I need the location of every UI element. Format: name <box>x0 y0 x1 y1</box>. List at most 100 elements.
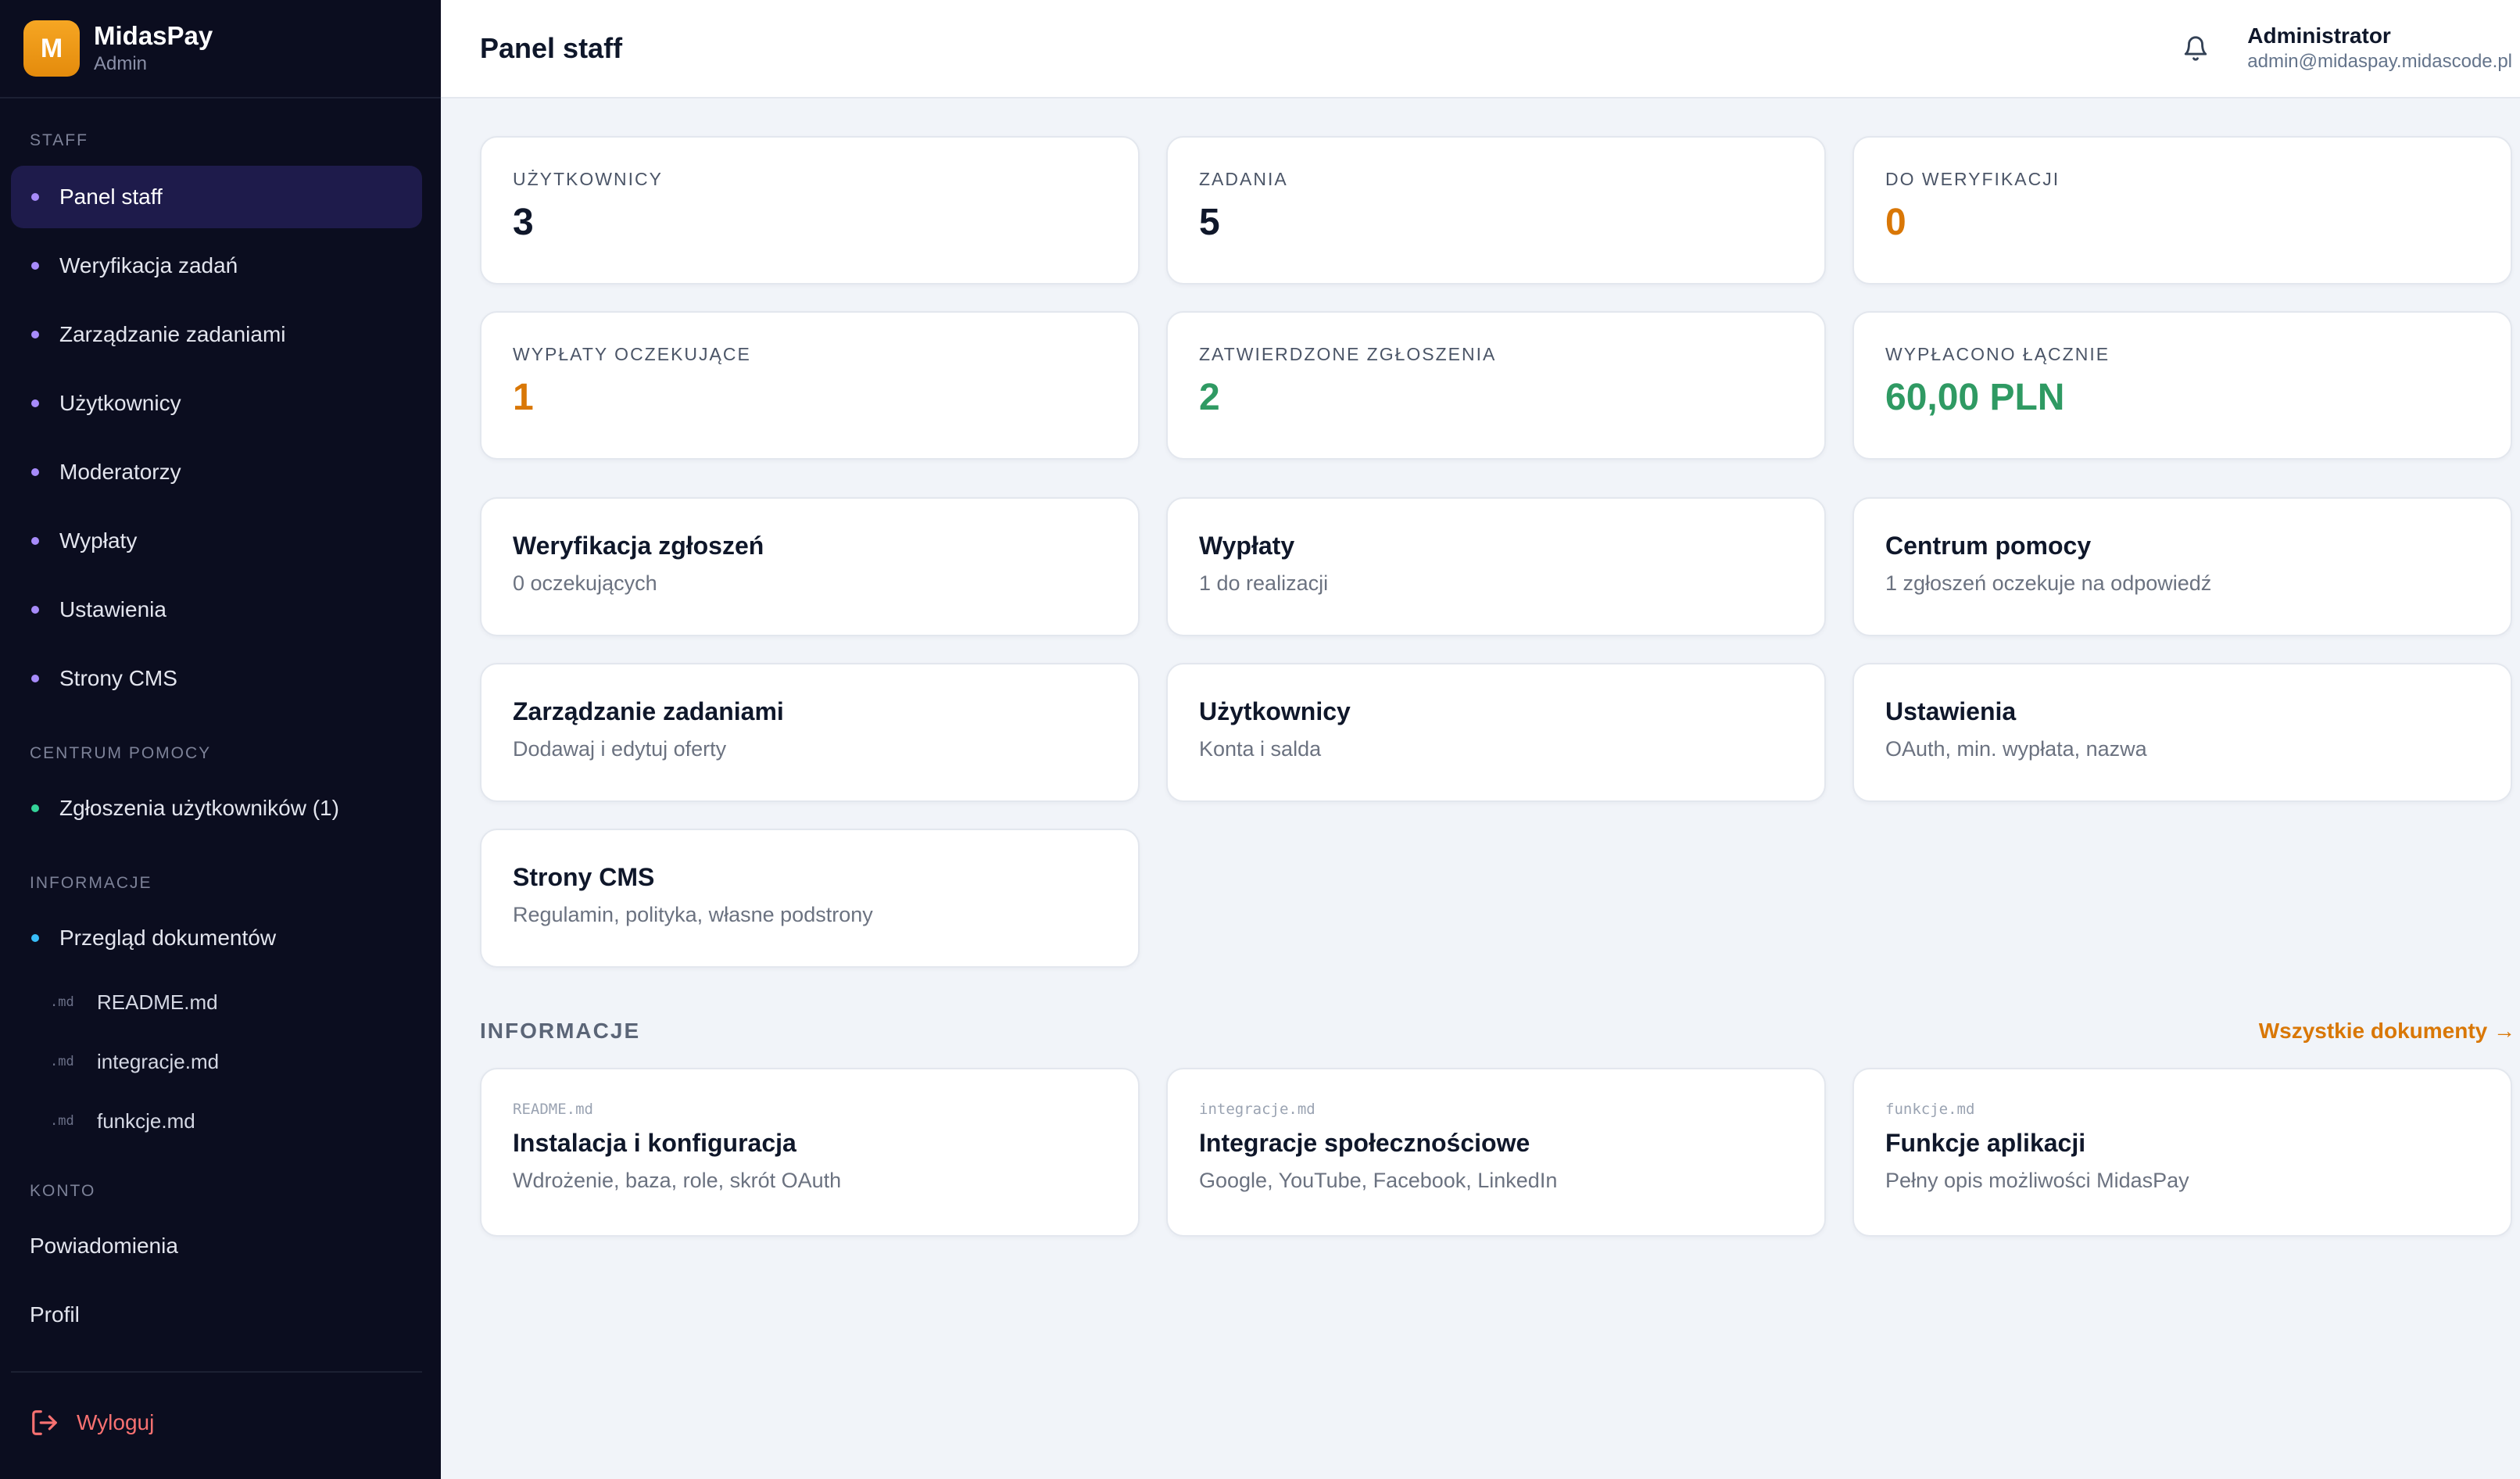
nav-section-account: KONTO <box>30 1182 96 1200</box>
bullet-icon <box>31 468 39 476</box>
doc-card-integracje[interactable]: integracje.md Integracje społecznościowe… <box>1166 1068 1826 1237</box>
sidebar-item-ustawienia[interactable]: Ustawienia <box>11 578 422 641</box>
dashboard-content: UŻYTKOWNICY 3 ZADANIA 5 DO WERYFIKACJI 0… <box>480 136 2515 1237</box>
link-title: Wypłaty <box>1199 532 1295 560</box>
sidebar-item-uzytkownicy[interactable]: Użytkownicy <box>11 372 422 435</box>
link-title: Weryfikacja zgłoszeń <box>513 532 764 560</box>
sidebar-divider <box>11 1371 422 1373</box>
bullet-icon <box>31 399 39 407</box>
sidebar-item-panel-staff[interactable]: Panel staff <box>11 166 422 228</box>
doc-subtitle: Pełny opis możliwości MidasPay <box>1885 1169 2189 1192</box>
doc-filename: funkcje.md <box>1885 1101 1975 1118</box>
sidebar-item-label: Zarządzanie zadaniami <box>59 322 286 346</box>
bullet-icon <box>31 804 39 812</box>
doc-subtitle: Wdrożenie, baza, role, skrót OAuth <box>513 1169 842 1192</box>
sidebar-item-label: Panel staff <box>59 184 163 209</box>
sidebar-doc-funkcje[interactable]: .md funkcje.md <box>11 1096 422 1146</box>
sidebar-doc-readme[interactable]: .md README.md <box>11 977 422 1027</box>
link-title: Ustawienia <box>1885 697 2017 725</box>
topbar: Panel staff Administrator admin@midaspay… <box>441 0 2520 98</box>
sidebar-item-label: Przegląd dokumentów <box>59 926 277 950</box>
bullet-icon <box>31 262 39 270</box>
link-title: Użytkownicy <box>1199 697 1351 725</box>
link-card-uzytkownicy[interactable]: Użytkownicy Konta i salda <box>1166 663 1826 802</box>
brand-logo: M <box>23 20 80 77</box>
stat-card-wyplacono-lacznie: WYPŁACONO ŁĄCZNIE 60,00 PLN <box>1852 311 2512 460</box>
section-title: INFORMACJE <box>480 1019 641 1043</box>
link-card-zarzadzanie[interactable]: Zarządzanie zadaniami Dodawaj i edytuj o… <box>480 663 1140 802</box>
doc-title: Integracje społecznościowe <box>1199 1129 1530 1157</box>
sidebar-doc-label: funkcje.md <box>97 1108 195 1133</box>
quick-links-grid: Weryfikacja zgłoszeń 0 oczekujących Wypł… <box>480 497 2515 968</box>
sidebar-item-label: Wypłaty <box>59 528 138 553</box>
stat-card-wyplaty-oczekujace: WYPŁATY OCZEKUJĄCE 1 <box>480 311 1140 460</box>
stat-card-zadania: ZADANIA 5 <box>1166 136 1826 285</box>
sidebar-doc-integracje[interactable]: .md integracje.md <box>11 1037 422 1087</box>
doc-filename: README.md <box>513 1101 593 1118</box>
stat-label: DO WERYFIKACJI <box>1885 169 2060 189</box>
sidebar-item-label: Strony CMS <box>59 666 177 690</box>
sidebar-doc-label: integracje.md <box>97 1049 220 1073</box>
link-subtitle: 1 do realizacji <box>1199 571 1329 595</box>
link-card-centrum-pomocy[interactable]: Centrum pomocy 1 zgłoszeń oczekuje na od… <box>1852 497 2512 636</box>
bullet-icon <box>31 331 39 338</box>
sidebar-item-label: Moderatorzy <box>59 460 181 484</box>
sidebar-item-label: Weryfikacja zadań <box>59 253 238 278</box>
stat-value: 0 <box>1885 202 1906 243</box>
link-card-weryfikacja[interactable]: Weryfikacja zgłoszeń 0 oczekujących <box>480 497 1140 636</box>
md-file-icon: .md <box>50 1113 74 1129</box>
brand[interactable]: M MidasPay Admin <box>0 0 441 98</box>
stat-label: ZATWIERDZONE ZGŁOSZENIA <box>1199 344 1497 364</box>
doc-filename: integracje.md <box>1199 1101 1315 1118</box>
page-title: Panel staff <box>480 32 623 64</box>
stat-card-uzytkownicy: UŻYTKOWNICY 3 <box>480 136 1140 285</box>
logout-icon <box>32 1410 57 1435</box>
sidebar-item-powiadomienia[interactable]: Powiadomienia <box>11 1215 422 1277</box>
stat-label: WYPŁATY OCZEKUJĄCE <box>513 344 751 364</box>
stat-label: UŻYTKOWNICY <box>513 169 663 189</box>
sidebar-item-label: Ustawienia <box>59 597 166 621</box>
nav-section-help: CENTRUM POMOCY <box>30 744 212 762</box>
link-subtitle: Dodawaj i edytuj oferty <box>513 737 727 761</box>
link-card-strony-cms[interactable]: Strony CMS Regulamin, polityka, własne p… <box>480 829 1140 968</box>
link-title: Zarządzanie zadaniami <box>513 697 784 725</box>
sidebar-item-label: Użytkownicy <box>59 391 181 415</box>
all-documents-link[interactable]: Wszystkie dokumenty → <box>2259 1019 2515 1044</box>
doc-subtitle: Google, YouTube, Facebook, LinkedIn <box>1199 1169 1558 1192</box>
doc-card-funkcje[interactable]: funkcje.md Funkcje aplikacji Pełny opis … <box>1852 1068 2512 1237</box>
app-root: M MidasPay Admin STAFF Panel staff Weryf… <box>0 0 2520 1479</box>
link-card-ustawienia[interactable]: Ustawienia OAuth, min. wypłata, nazwa <box>1852 663 2512 802</box>
sidebar-doc-label: README.md <box>97 990 218 1014</box>
stat-value: 3 <box>513 202 534 243</box>
bullet-icon <box>31 606 39 614</box>
stat-card-zatwierdzone: ZATWIERDZONE ZGŁOSZENIA 2 <box>1166 311 1826 460</box>
bullet-icon <box>31 537 39 545</box>
bullet-icon <box>31 934 39 942</box>
main-area: Panel staff Administrator admin@midaspay… <box>441 0 2520 1479</box>
bell-icon <box>2185 36 2207 61</box>
sidebar-item-profil[interactable]: Profil <box>11 1284 422 1346</box>
stat-card-do-weryfikacji: DO WERYFIKACJI 0 <box>1852 136 2512 285</box>
link-subtitle: Konta i salda <box>1199 737 1322 761</box>
logout-button[interactable]: Wyloguj <box>11 1391 422 1454</box>
brand-role: Admin <box>94 53 148 74</box>
logout-label: Wyloguj <box>77 1410 155 1434</box>
user-email: admin@midaspay.midascode.pl <box>2247 51 2512 72</box>
notifications-button[interactable] <box>2177 30 2214 67</box>
nav-section-info: INFORMACJE <box>30 874 152 892</box>
info-section-header: INFORMACJE Wszystkie dokumenty → <box>480 1012 2515 1051</box>
sidebar-item-zgloszenia[interactable]: Zgłoszenia użytkowników (1) <box>11 777 422 840</box>
stat-value: 1 <box>513 377 534 418</box>
sidebar-item-weryfikacja-zadan[interactable]: Weryfikacja zadań <box>11 235 422 297</box>
doc-card-readme[interactable]: README.md Instalacja i konfiguracja Wdro… <box>480 1068 1140 1237</box>
stat-value: 5 <box>1199 202 1220 243</box>
stat-label: ZADANIA <box>1199 169 1288 189</box>
user-menu[interactable]: Administrator admin@midaspay.midascode.p… <box>2247 23 2512 74</box>
link-title: Centrum pomocy <box>1885 532 2092 560</box>
sidebar-item-wyplaty[interactable]: Wypłaty <box>11 510 422 572</box>
sidebar-item-zarzadzanie-zadaniami[interactable]: Zarządzanie zadaniami <box>11 303 422 366</box>
sidebar-item-strony-cms[interactable]: Strony CMS <box>11 647 422 710</box>
link-card-wyplaty[interactable]: Wypłaty 1 do realizacji <box>1166 497 1826 636</box>
sidebar-item-przeglad-dokumentow[interactable]: Przegląd dokumentów <box>11 907 422 969</box>
sidebar-item-moderatorzy[interactable]: Moderatorzy <box>11 441 422 503</box>
